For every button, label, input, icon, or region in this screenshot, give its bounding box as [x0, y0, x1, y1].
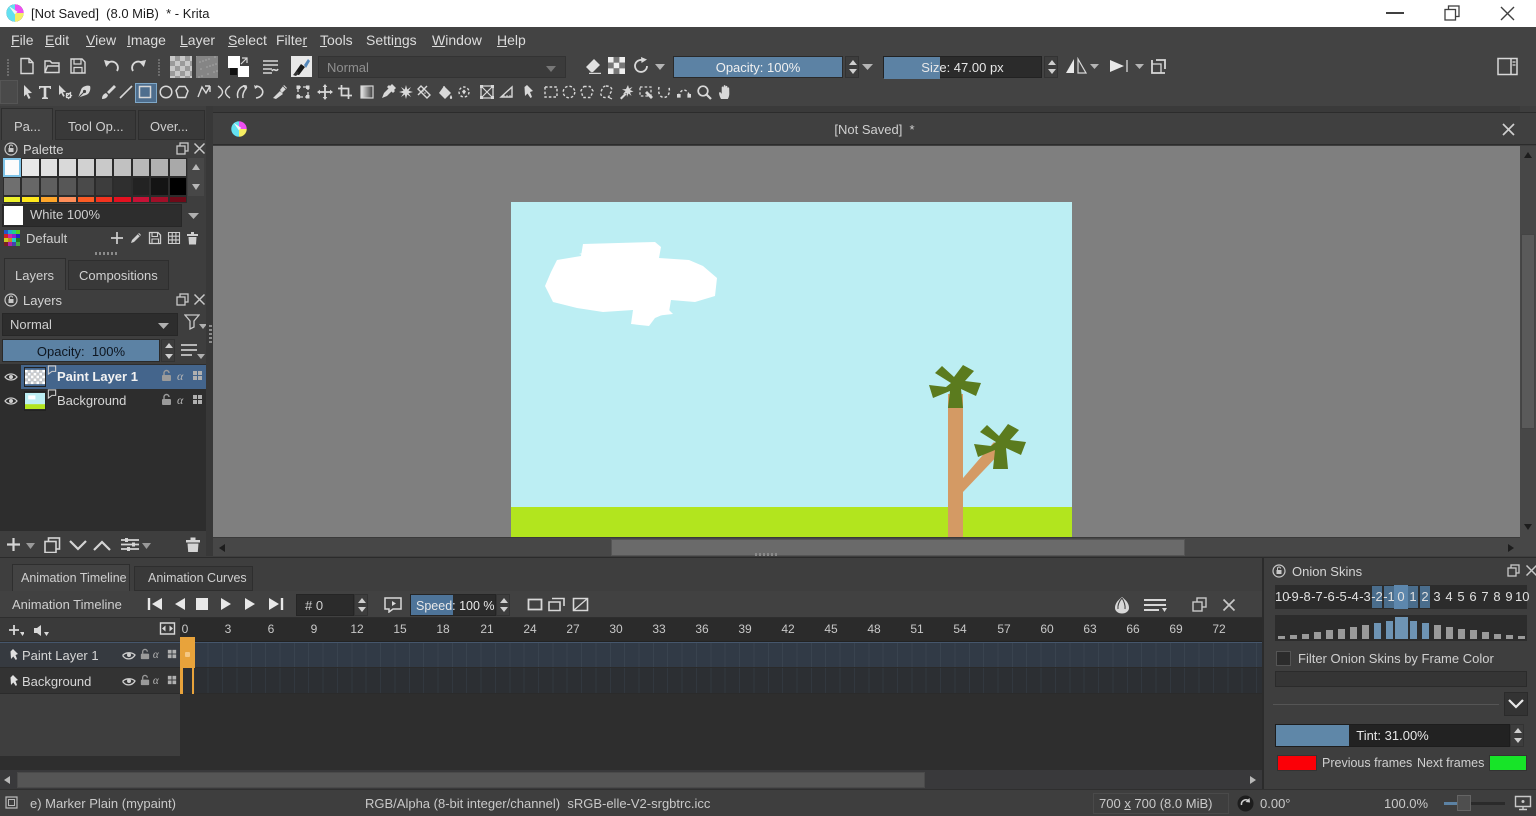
- svg-text:α: α: [177, 393, 184, 407]
- svg-text:α: α: [177, 369, 184, 383]
- svg-text:α: α: [153, 649, 159, 661]
- svg-text:α: α: [153, 675, 159, 687]
